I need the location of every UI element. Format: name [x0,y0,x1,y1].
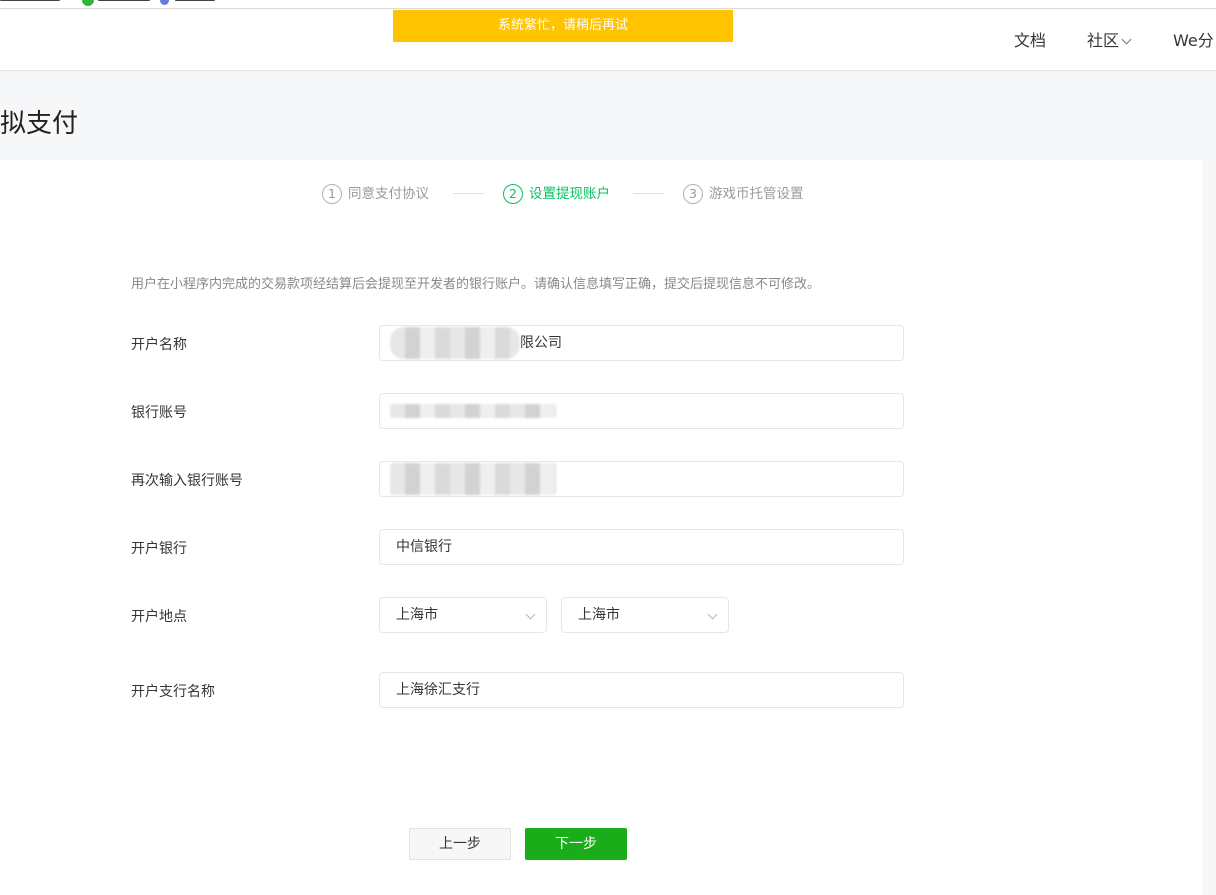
step-game-coin-custody: 3 游戏币托管设置 [683,184,804,204]
step-divider [633,193,664,194]
chevron-down-icon [707,609,718,620]
nav-community[interactable]: 社区 [1087,31,1132,51]
step-label: 游戏币托管设置 [709,186,804,202]
city-select[interactable]: 上海市 [561,597,729,633]
step-label: 设置提现账户 [529,186,610,202]
step-agree-protocol: 1 同意支付协议 [322,184,429,204]
bookmarks-bar [0,0,1216,9]
bank-account-input[interactable] [379,393,904,429]
bookmark-icon[interactable] [160,0,169,5]
location-label: 开户地点 [131,609,187,625]
nav-we-analytics[interactable]: We分 [1173,31,1214,51]
province-value: 上海市 [396,607,438,623]
step-divider [453,193,484,194]
account-name-input[interactable]: 限公司 [379,325,904,361]
province-select[interactable]: 上海市 [379,597,547,633]
notice-text: 用户在小程序内完成的交易款项经结算后会提现至开发者的银行账户。请确认信息填写正确… [131,277,821,292]
redacted-value [390,404,556,418]
account-name-suffix: 限公司 [520,335,562,351]
step-withdraw-account: 2 设置提现账户 [503,184,610,204]
error-toast: 系统繁忙，请稍后再试 [393,10,733,42]
nav-docs[interactable]: 文档 [1014,31,1046,51]
chevron-down-icon [525,609,536,620]
branch-input[interactable]: 上海徐汇支行 [379,672,904,708]
step-label: 同意支付协议 [348,186,429,202]
bank-account-label: 银行账号 [131,405,187,421]
redacted-value [390,463,556,495]
nav-community-label: 社区 [1087,31,1120,50]
bookmark-item[interactable] [175,0,215,1]
account-name-label: 开户名称 [131,337,187,353]
step-number: 3 [683,184,703,204]
step-number: 1 [322,184,342,204]
bank-account-confirm-input[interactable] [379,461,904,497]
chevron-down-icon [1121,34,1132,45]
redacted-value [390,327,520,359]
city-value: 上海市 [578,607,620,623]
next-step-button[interactable]: 下一步 [525,828,627,860]
bank-label: 开户银行 [131,541,187,557]
bank-input[interactable]: 中信银行 [379,529,904,565]
content-panel [0,160,1202,895]
bank-account-confirm-label: 再次输入银行账号 [131,473,243,489]
branch-label: 开户支行名称 [131,684,215,700]
bookmark-item[interactable] [0,0,60,1]
page-title: 拟支付 [0,109,79,139]
bookmark-icon[interactable] [82,0,94,6]
step-number: 2 [503,184,523,204]
bookmark-item[interactable] [98,0,150,1]
prev-step-button[interactable]: 上一步 [409,828,511,860]
stepper: 1 同意支付协议 2 设置提现账户 3 游戏币托管设置 [0,184,1216,206]
